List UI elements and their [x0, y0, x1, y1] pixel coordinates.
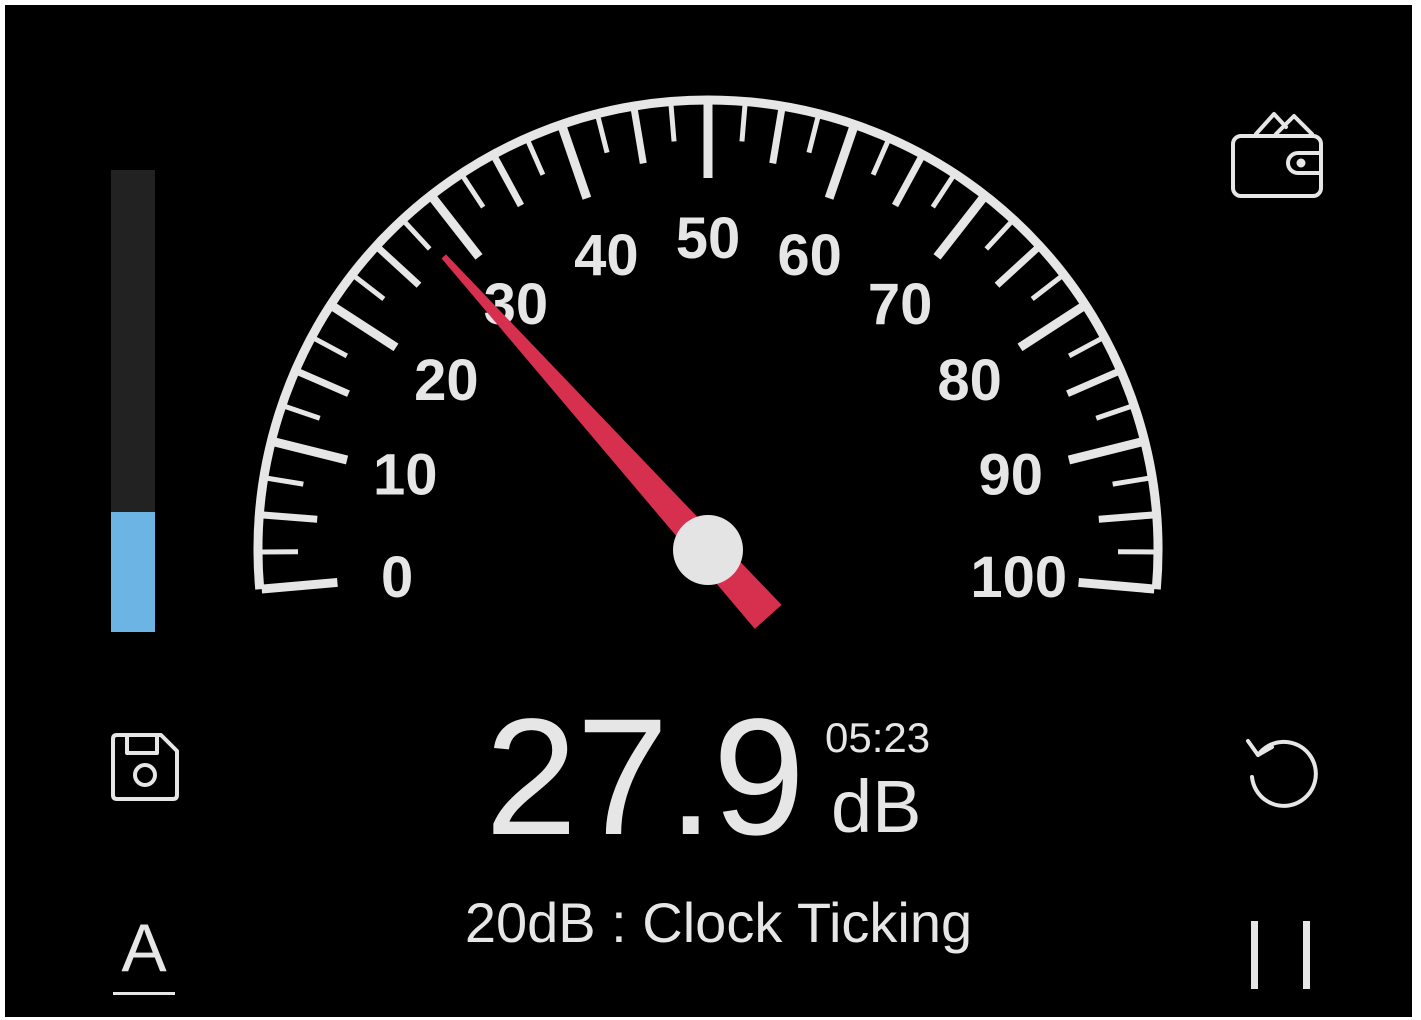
gauge-major-tick — [824, 124, 859, 200]
gauge-minor-tick — [870, 138, 891, 176]
decibel-unit: dB — [831, 765, 922, 848]
gauge-minor-tick — [402, 219, 432, 251]
gauge-minor-tick — [595, 115, 610, 154]
gauge-label-0: 0 — [381, 545, 413, 610]
gauge-minor-tick — [630, 107, 647, 164]
wallet-icon[interactable] — [1226, 105, 1326, 205]
gauge-label-90: 90 — [978, 443, 1043, 508]
gauge-minor-tick — [491, 154, 525, 208]
gauge-minor-tick — [739, 103, 748, 142]
font-size-underline — [113, 992, 175, 995]
gauge-minor-tick — [769, 107, 786, 164]
gauge-minor-tick — [891, 154, 925, 208]
gauge-minor-tick — [1095, 403, 1134, 421]
elapsed-time: 05:23 — [825, 714, 931, 761]
gauge-minor-tick — [265, 475, 304, 487]
gauge-minor-tick — [984, 219, 1014, 251]
gauge-minor-tick — [806, 115, 821, 154]
gauge-minor-tick — [282, 403, 321, 421]
gauge-label-10: 10 — [373, 443, 438, 508]
decibel-reading: 27.9 — [485, 685, 805, 870]
gauge-label-70: 70 — [868, 272, 933, 337]
gauge-major-tick — [933, 194, 988, 260]
gauge-major-tick — [1067, 437, 1144, 465]
gauge-minor-tick — [1067, 335, 1104, 359]
gauge-label-80: 80 — [937, 348, 1002, 413]
gauge-label-40: 40 — [574, 223, 639, 288]
meter-screen: 0 10 20 30 40 50 60 70 80 90 100 A 27.9 … — [5, 5, 1412, 1017]
gauge-minor-tick — [1112, 475, 1151, 487]
gauge-needle-hub — [673, 515, 743, 585]
gauge-label-50: 50 — [676, 206, 741, 271]
gauge-major-tick — [557, 124, 592, 200]
gauge-minor-tick — [352, 273, 386, 301]
gauge-label-60: 60 — [777, 223, 842, 288]
gauge-minor-tick — [1066, 368, 1121, 397]
gauge-major-tick — [1078, 577, 1155, 594]
gauge-label-20: 20 — [414, 348, 479, 413]
gauge-minor-tick — [312, 335, 349, 359]
gauge-minor-tick — [1098, 511, 1155, 523]
gauge-minor-tick — [460, 173, 486, 209]
decibel-gauge: 010203040 50 60708090100 — [253, 95, 1163, 629]
gauge-minor-tick — [295, 368, 350, 397]
noise-reference-text: 20dB : Clock Ticking — [464, 891, 973, 954]
gauge-major-tick — [428, 194, 483, 260]
gauge-label-100: 100 — [970, 545, 1067, 610]
reset-icon[interactable] — [1238, 727, 1328, 817]
gauge-minor-tick — [525, 138, 546, 176]
gauge-minor-tick — [375, 244, 422, 288]
save-icon[interactable] — [107, 729, 183, 809]
gauge-major-tick — [272, 437, 349, 465]
gauge-major-tick — [329, 302, 399, 352]
gauge-minor-tick — [668, 103, 677, 142]
gauge-major-tick — [261, 577, 338, 594]
gauge-minor-tick — [1030, 273, 1064, 301]
gauge-minor-tick — [261, 511, 318, 523]
gauge-minor-tick — [930, 173, 956, 209]
gauge-minor-tick — [994, 244, 1041, 288]
gauge-major-tick — [1017, 302, 1087, 352]
